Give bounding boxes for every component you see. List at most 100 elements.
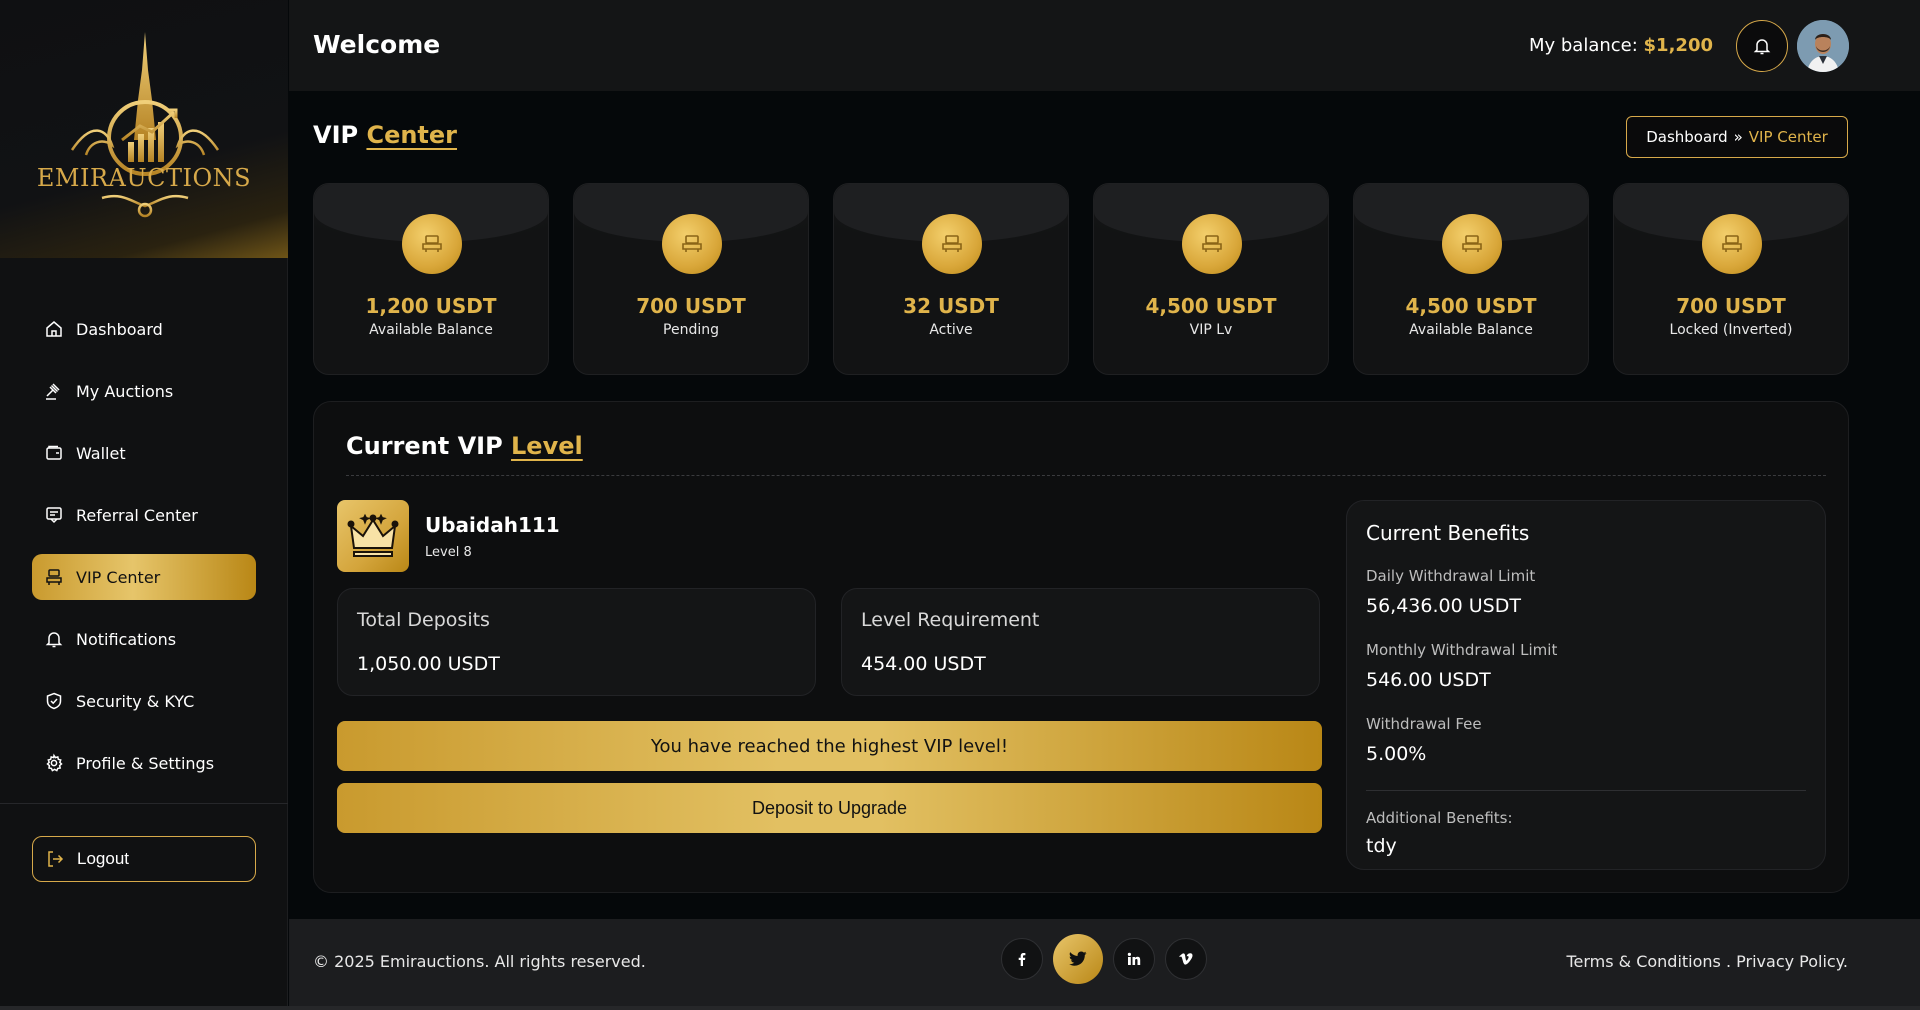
vip-level-title: Current VIP Level (346, 432, 583, 460)
monthly-limit-label: Monthly Withdrawal Limit (1366, 641, 1558, 659)
sidebar-item-wallet[interactable]: Wallet (32, 430, 256, 476)
sidebar-divider (0, 803, 288, 804)
vimeo-icon[interactable] (1165, 938, 1207, 980)
balance-display: My balance: $1,200 (1529, 35, 1713, 56)
total-deposits-card: Total Deposits 1,050.00 USDT (337, 588, 816, 696)
sidebar-item-dashboard[interactable]: Dashboard (32, 306, 256, 352)
vip-badge-icon (1182, 214, 1242, 274)
stat-label: Available Balance (1409, 322, 1533, 338)
shield-icon (44, 691, 64, 711)
bell-icon (44, 629, 64, 649)
vip-icon (44, 567, 64, 587)
stat-card: 32 USDT Active (833, 183, 1069, 375)
sidebar-item-referral-center[interactable]: Referral Center (32, 492, 256, 538)
sidebar-item-label: Profile & Settings (76, 753, 215, 773)
notifications-button[interactable] (1736, 20, 1788, 72)
avatar-person-icon (1797, 20, 1849, 72)
withdrawal-fee-value: 5.00% (1366, 743, 1427, 765)
user-info: Ubaidah111 Level 8 (425, 513, 560, 560)
facebook-icon[interactable] (1001, 938, 1043, 980)
copyright-text: © 2025 Emirauctions. All rights reserved… (313, 952, 646, 971)
balance-label: My balance: (1528, 35, 1644, 56)
stat-label: Pending (663, 322, 719, 338)
user-level: Level 8 (425, 544, 472, 560)
sidebar-item-label: VIP Center (76, 567, 161, 587)
gavel-icon (44, 381, 64, 401)
vip-title-main: Current VIP (346, 432, 512, 460)
breadcrumb-home[interactable]: Dashboard (1646, 128, 1727, 146)
username: Ubaidah111 (425, 512, 560, 537)
vip-badge-icon (402, 214, 462, 274)
logout-button[interactable]: Logout (32, 836, 256, 882)
balance-amount: $1,200 (1643, 35, 1713, 56)
sidebar-item-label: Notifications (76, 629, 177, 649)
stat-label: Locked (Inverted) (1669, 322, 1793, 338)
additional-benefits-label: Additional Benefits: (1366, 809, 1513, 827)
stats-row: 1,200 USDT Available Balance 700 USDT Pe… (313, 183, 1849, 375)
daily-limit-value: 56,436.00 USDT (1366, 595, 1521, 617)
welcome-title: Welcome (313, 30, 441, 59)
stat-value: 700 USDT (636, 294, 746, 318)
total-deposits-label: Total Deposits (357, 609, 490, 631)
sidebar-item-notifications[interactable]: Notifications (32, 616, 256, 662)
stat-card: 4,500 USDT Available Balance (1353, 183, 1589, 375)
sidebar-item-vip-center[interactable]: VIP Center (32, 554, 256, 600)
vip-badge-icon (662, 214, 722, 274)
benefits-divider (1366, 790, 1806, 791)
stat-card: 1,200 USDT Available Balance (313, 183, 549, 375)
sidebar-item-label: Referral Center (76, 505, 198, 525)
gear-icon (44, 753, 64, 773)
total-deposits-value: 1,050.00 USDT (357, 653, 500, 675)
stat-label: Available Balance (369, 322, 493, 338)
user-level-info: Ubaidah111 Level 8 (337, 500, 560, 572)
monthly-limit-value: 546.00 USDT (1366, 669, 1491, 691)
stat-value: 32 USDT (903, 294, 999, 318)
logo-area: EMIRAUCTIONS (0, 0, 288, 258)
vip-title-accent: Level (511, 432, 583, 460)
logout-label: Logout (77, 849, 129, 868)
brand-name: EMIRAUCTIONS (36, 164, 252, 192)
stat-label: VIP Lv (1189, 322, 1233, 338)
social-links (1001, 934, 1207, 984)
stat-value: 700 USDT (1676, 294, 1786, 318)
level-requirement-card: Level Requirement 454.00 USDT (841, 588, 1320, 696)
vip-badge-icon (1702, 214, 1762, 274)
stat-card: 700 USDT Locked (Inverted) (1613, 183, 1849, 375)
sidebar-item-label: Wallet (76, 443, 126, 463)
stat-card: 4,500 USDT VIP Lv (1093, 183, 1329, 375)
sidebar-item-my-auctions[interactable]: My Auctions (32, 368, 256, 414)
benefits-title: Current Benefits (1366, 521, 1530, 545)
section-divider (346, 475, 1826, 476)
page-title-main: VIP (313, 121, 367, 149)
current-benefits-card: Current Benefits Daily Withdrawal Limit … (1346, 500, 1826, 870)
deposit-to-upgrade-button[interactable]: Deposit to Upgrade (337, 783, 1322, 833)
footer-links[interactable]: Terms & Conditions . Privacy Policy. (1566, 952, 1848, 971)
current-vip-level-panel: Current VIP Level Ubaidah111 Level 8 Tot… (313, 401, 1849, 893)
twitter-icon[interactable] (1053, 934, 1103, 984)
referral-icon (44, 505, 64, 525)
sidebar: EMIRAUCTIONS Dashboard My Auctions Walle… (0, 0, 288, 1010)
linkedin-icon[interactable] (1113, 938, 1155, 980)
highest-level-banner: You have reached the highest VIP level! (337, 721, 1322, 771)
withdrawal-fee-label: Withdrawal Fee (1366, 715, 1482, 733)
sidebar-item-profile-settings[interactable]: Profile & Settings (32, 740, 256, 786)
vip-badge-icon (1442, 214, 1502, 274)
page-title: VIP Center (313, 121, 457, 149)
breadcrumb: Dashboard » VIP Center (1626, 116, 1848, 158)
sidebar-item-label: My Auctions (76, 381, 174, 401)
vip-badge-icon (922, 214, 982, 274)
breadcrumb-separator: » (1733, 128, 1743, 146)
stat-value: 1,200 USDT (365, 294, 497, 318)
brand-logo-icon (70, 32, 220, 218)
user-avatar[interactable] (1797, 20, 1849, 72)
additional-benefits-value: tdy (1366, 835, 1397, 857)
sidebar-item-security-kyc[interactable]: Security & KYC (32, 678, 256, 724)
breadcrumb-current: VIP Center (1748, 128, 1828, 146)
page-title-accent: Center (366, 121, 458, 149)
sidebar-nav: Dashboard My Auctions Wallet Referral Ce… (32, 306, 256, 802)
main-content: VIP Center Dashboard » VIP Center 1,200 … (289, 91, 1920, 919)
footer: © 2025 Emirauctions. All rights reserved… (289, 919, 1920, 1006)
wallet-icon (44, 443, 64, 463)
home-icon (44, 319, 64, 339)
stat-value: 4,500 USDT (1405, 294, 1537, 318)
